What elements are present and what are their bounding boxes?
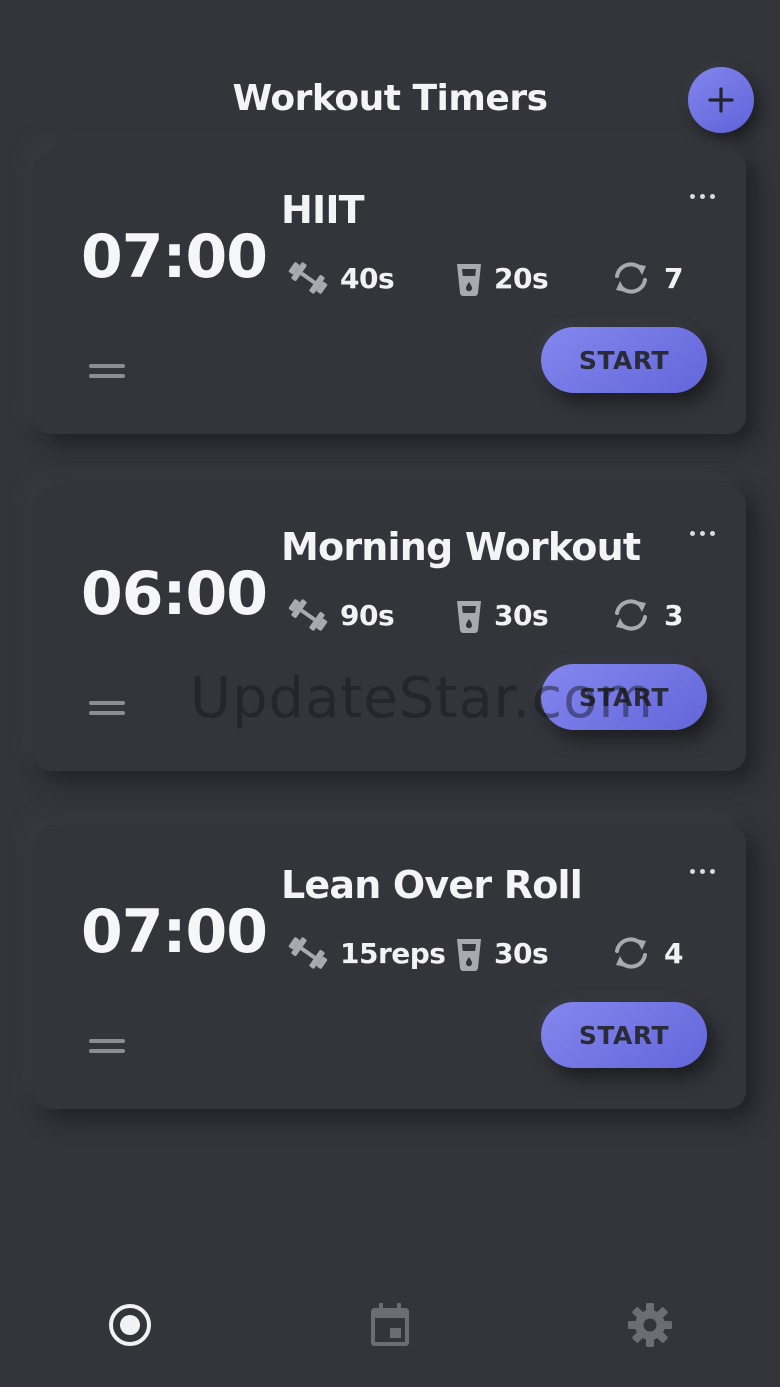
water-glass-icon [457,601,481,633]
water-glass-icon [457,939,481,971]
rounds-stat: 7 [608,258,683,298]
dumbbell-icon [288,937,328,969]
rest-duration-value: 30s [494,598,549,632]
timer-name: Morning Workout [281,525,641,569]
add-timer-button[interactable] [688,67,754,133]
start-button[interactable]: START [541,327,707,393]
rounds-value: 3 [664,598,683,632]
more-options-icon[interactable] [682,186,722,206]
drag-handle-icon[interactable] [89,701,125,715]
calendar-icon [371,1303,409,1346]
work-duration-stat: 40s [286,258,395,298]
timer-total-duration: 06:00 [81,559,268,629]
page-title: Workout Timers [232,78,549,119]
drag-handle-icon[interactable] [89,1039,125,1053]
rest-duration-value: 20s [494,261,549,295]
timer-total-duration: 07:00 [81,897,268,967]
gear-icon [628,1303,672,1347]
rounds-stat: 3 [608,595,683,635]
app-screen: Workout Timers 07:00 HIIT 40s 20s 7 STAR… [0,0,780,1387]
timer-card[interactable]: 07:00 HIIT 40s 20s 7 START [34,150,746,434]
rest-duration-stat: 20s [454,258,549,298]
nav-timers-tab[interactable] [105,1300,155,1350]
repeat-icon [615,937,647,969]
start-button[interactable]: START [541,664,707,730]
timer-total-duration: 07:00 [81,222,268,292]
dumbbell-icon [288,262,328,294]
more-options-icon[interactable] [682,861,722,881]
nav-calendar-tab[interactable] [365,1300,415,1350]
work-duration-stat: 15reps [286,933,446,973]
rounds-stat: 4 [608,933,683,973]
water-glass-icon [457,264,481,296]
dumbbell-icon [288,599,328,631]
timer-card[interactable]: 07:00 Lean Over Roll 15reps 30s 4 START [34,825,746,1109]
repeat-icon [615,262,647,294]
work-duration-stat: 90s [286,595,395,635]
timer-name: HIIT [281,188,365,232]
rest-duration-stat: 30s [454,595,549,635]
rest-duration-value: 30s [494,936,549,970]
work-duration-value: 90s [340,598,395,632]
start-button[interactable]: START [541,1002,707,1068]
drag-handle-icon[interactable] [89,364,125,378]
rounds-value: 7 [664,261,683,295]
timer-radio-icon [109,1304,151,1346]
timer-name: Lean Over Roll [281,863,583,907]
nav-settings-tab[interactable] [625,1300,675,1350]
rounds-value: 4 [664,936,683,970]
rest-duration-stat: 30s [454,933,549,973]
work-duration-value: 40s [340,261,395,295]
repeat-icon [615,599,647,631]
more-options-icon[interactable] [682,523,722,543]
work-duration-value: 15reps [340,936,446,970]
plus-icon [708,87,734,113]
timer-card[interactable]: 06:00 Morning Workout 90s 30s 3 START [34,487,746,771]
